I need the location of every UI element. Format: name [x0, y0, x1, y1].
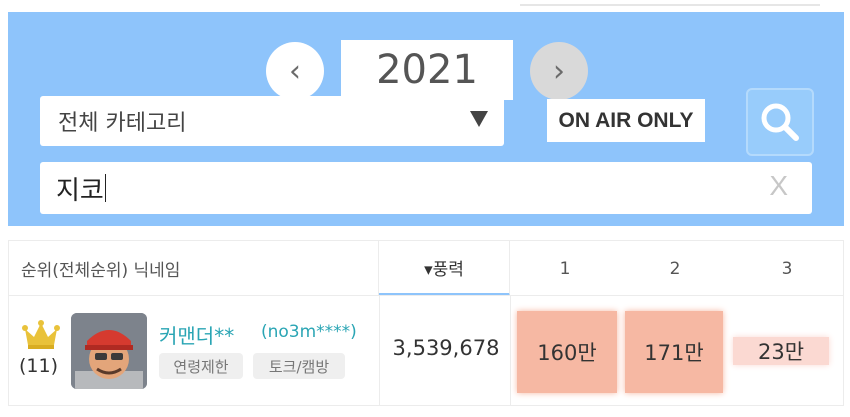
chevron-left-icon: ‹ [289, 53, 301, 89]
year-display: 2021 [341, 40, 513, 100]
header-divider [9, 295, 843, 296]
tag-badge: 연령제한 [159, 353, 243, 379]
prev-year-button[interactable]: ‹ [266, 42, 324, 100]
header-rank-nickname: 순위(전체순위) 닉네임 [9, 241, 379, 296]
nickname[interactable]: 커맨더** [159, 320, 234, 349]
value-cell-2: 171만 [625, 311, 723, 393]
search-icon [761, 103, 799, 141]
chevron-right-icon: › [553, 53, 565, 89]
clear-search-button[interactable]: X [769, 170, 788, 202]
top-strip [0, 0, 850, 12]
header-col-3[interactable]: 3 [730, 241, 844, 296]
category-select[interactable]: 전체 카테고리 [40, 96, 504, 146]
header-col-1[interactable]: 1 [510, 241, 620, 296]
avatar[interactable] [71, 313, 147, 389]
value-cell-3: 23만 [733, 337, 829, 365]
header-col-2[interactable]: 2 [620, 241, 730, 296]
tab-underline [520, 0, 820, 6]
text-cursor [104, 174, 106, 202]
rank-value: (11) [19, 355, 59, 377]
power-value: 3,539,678 [392, 336, 500, 360]
tag-badge: 토크/캠방 [253, 353, 345, 379]
on-air-only-toggle[interactable]: ON AIR ONLY [547, 99, 705, 142]
avatar-illustration [71, 313, 147, 389]
user-id: (no3m****) [261, 322, 357, 342]
category-select-value: 전체 카테고리 [58, 111, 187, 136]
filter-panel: ‹ 2021 › 전체 카테고리 ON AIR ONLY 지코 X [8, 12, 844, 226]
dropdown-caret-icon [470, 111, 488, 127]
search-input-value: 지코 [56, 175, 104, 206]
column-divider [379, 296, 380, 406]
crown-icon [22, 320, 60, 349]
value-cell-1: 160만 [517, 311, 617, 393]
next-year-button[interactable]: › [530, 42, 588, 100]
search-input[interactable]: 지코 X [40, 162, 812, 214]
ranking-table: 순위(전체순위) 닉네임 ▾풍력 1 2 3 (11) 커맨더** (no3m*… [8, 240, 844, 406]
search-button[interactable] [746, 88, 814, 156]
header-power-sort[interactable]: ▾풍력 [379, 241, 510, 296]
